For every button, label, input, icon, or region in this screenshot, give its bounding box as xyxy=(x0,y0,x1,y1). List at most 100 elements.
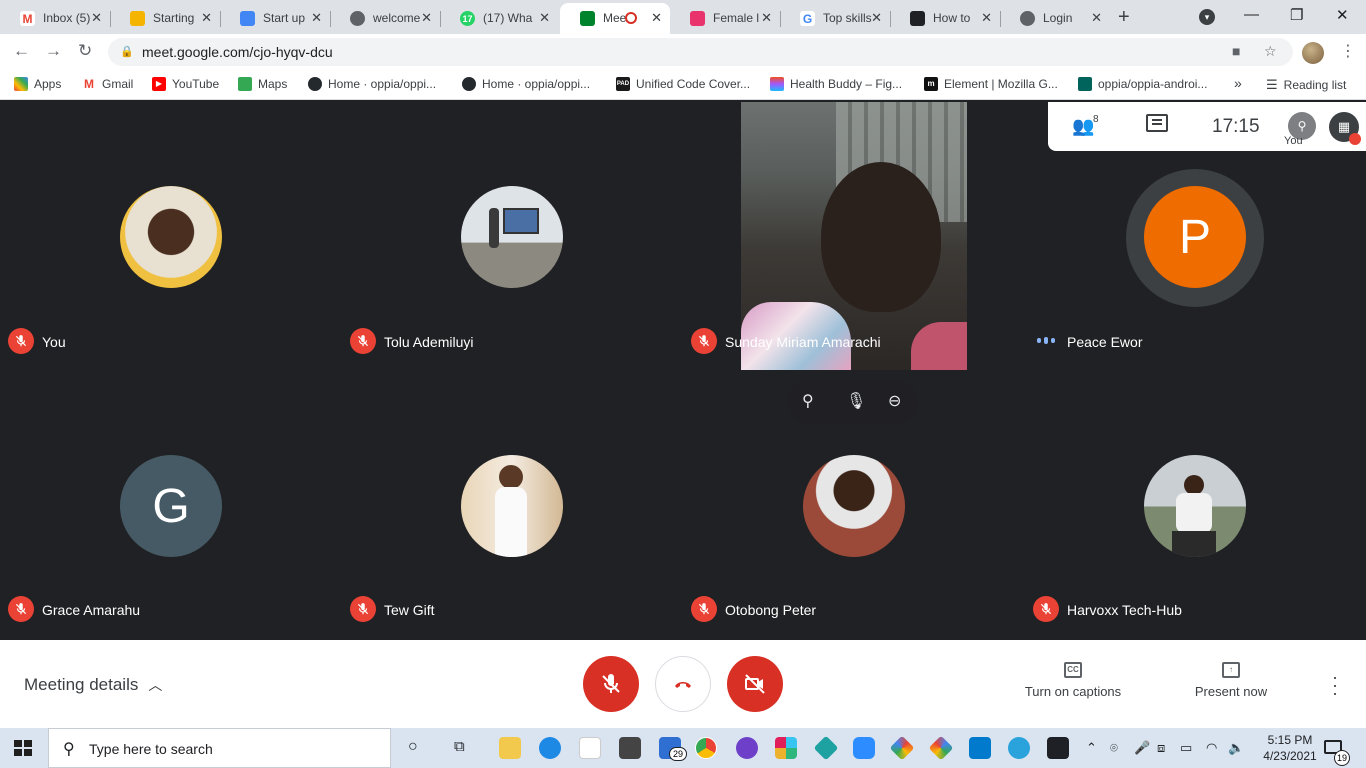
reading-list-button[interactable]: ☰ Reading list xyxy=(1266,77,1346,93)
bookmark-oppia-android[interactable]: oppia/oppia-androi... xyxy=(1078,77,1207,91)
camera-icon[interactable]: ■ xyxy=(1232,43,1240,59)
toggle-camera-button[interactable] xyxy=(727,656,783,712)
share-icon[interactable]: ⧈ xyxy=(1157,740,1165,756)
webcam-icon[interactable]: ⌾ xyxy=(1110,740,1118,756)
volume-icon[interactable]: 🔈 xyxy=(1228,740,1244,756)
tab-whatsapp[interactable]: 17 (17) Wha ✕ xyxy=(440,3,558,34)
github-desktop-icon[interactable] xyxy=(736,737,758,759)
colorful-app-icon[interactable] xyxy=(928,735,954,761)
close-icon[interactable]: ✕ xyxy=(1091,10,1102,26)
tab-welcome[interactable]: welcome ✕ xyxy=(330,3,441,34)
url-text[interactable]: meet.google.com/cjo-hyqv-dcu xyxy=(142,44,333,60)
youtube-icon: ▶ xyxy=(152,77,166,91)
address-bar[interactable]: 🔒 meet.google.com/cjo-hyqv-dcu ■ ☆ xyxy=(108,38,1293,66)
bookmark-figma[interactable]: Health Buddy – Fig... xyxy=(770,77,902,91)
participant-tile[interactable]: Harvoxx Tech-Hub xyxy=(1025,370,1366,638)
minimize-icon[interactable]: — xyxy=(1244,6,1259,23)
tray-overflow-icon[interactable]: ⌃ xyxy=(1086,740,1097,756)
close-icon[interactable]: ✕ xyxy=(651,10,662,26)
tab-label: How to xyxy=(933,11,971,25)
zoom-icon[interactable] xyxy=(853,737,875,759)
participant-name: Harvoxx Tech-Hub xyxy=(1067,602,1182,618)
avatar xyxy=(461,455,563,557)
globe-icon xyxy=(350,11,365,26)
chat-icon[interactable] xyxy=(1146,114,1168,132)
bookmark-github-1[interactable]: Home · oppia/oppi... xyxy=(308,77,436,91)
meeting-details-button[interactable]: Meeting details ︿ xyxy=(24,675,162,695)
participant-tile[interactable]: Sunday Miriam Amarachi xyxy=(683,102,1025,370)
tab-docs[interactable]: Start up ✕ xyxy=(220,3,331,34)
clock-date: 4/23/2021 xyxy=(1263,749,1317,763)
browser-menu-icon[interactable]: ⋮ xyxy=(1340,41,1356,61)
close-icon[interactable]: ✕ xyxy=(421,10,432,26)
bookmark-maps[interactable]: Maps xyxy=(238,77,287,91)
tab-how-to[interactable]: How to ✕ xyxy=(890,3,1001,34)
remove-icon[interactable]: ⊖ xyxy=(888,391,901,411)
bookmark-youtube[interactable]: ▶ YouTube xyxy=(152,77,219,91)
participant-tile[interactable]: G Grace Amarahu xyxy=(0,370,342,638)
leave-call-button[interactable] xyxy=(655,656,711,712)
telegram-icon[interactable] xyxy=(1008,737,1030,759)
task-view-icon[interactable]: ⧉ xyxy=(454,738,465,755)
battery-icon[interactable]: ▭ xyxy=(1180,740,1192,756)
edge-icon[interactable] xyxy=(539,737,561,759)
close-icon[interactable]: ✕ xyxy=(871,10,882,26)
participant-tile[interactable]: Tew Gift xyxy=(342,370,684,638)
store-icon[interactable] xyxy=(619,737,641,759)
bookmark-element[interactable]: m Element | Mozilla G... xyxy=(924,77,1058,91)
meeting-grid: You Tolu Ademiluyi Sunday Miriam Amarach… xyxy=(0,102,1366,640)
present-now-button[interactable]: ↑ Present now xyxy=(1190,662,1272,699)
tab-search-icon[interactable]: ▾ xyxy=(1199,9,1215,25)
colorful-app-icon[interactable] xyxy=(889,735,915,761)
app-icon[interactable] xyxy=(813,735,839,761)
tab-meet[interactable]: Mee ✕ xyxy=(560,3,670,34)
people-icon[interactable]: 👥 xyxy=(1072,116,1094,137)
more-options-icon[interactable]: · · · xyxy=(1332,668,1338,702)
system-clock[interactable]: 5:15 PM 4/23/2021 xyxy=(1258,732,1322,764)
forward-icon[interactable]: → xyxy=(45,41,62,61)
close-icon[interactable]: ✕ xyxy=(981,10,992,26)
new-tab-button[interactable]: + xyxy=(1118,6,1130,29)
file-explorer-icon[interactable] xyxy=(499,737,521,759)
tab-gmail[interactable]: M Inbox (5) ✕ xyxy=(0,3,111,34)
close-icon[interactable]: ✕ xyxy=(201,10,212,26)
lock-icon[interactable]: 🔒 xyxy=(120,45,134,58)
tab-login[interactable]: Login ✕ xyxy=(1000,3,1110,34)
back-icon[interactable]: ← xyxy=(13,41,30,61)
chrome-icon[interactable] xyxy=(695,737,717,759)
participant-name: Otobong Peter xyxy=(725,602,817,618)
bookmark-code-coverage[interactable]: PAD Unified Code Cover... xyxy=(616,77,750,91)
restore-icon[interactable]: ❐ xyxy=(1290,6,1303,24)
window-close-icon[interactable]: ✕ xyxy=(1336,6,1349,24)
tab-top-skills[interactable]: G Top skills ✕ xyxy=(780,3,891,34)
word-icon[interactable] xyxy=(579,737,601,759)
mute-participant-icon[interactable]: 🎙 xyxy=(846,391,866,411)
taskbar-search-input[interactable]: ⚲ Type here to search xyxy=(48,728,391,768)
tab-slides[interactable]: Starting ✕ xyxy=(110,3,221,34)
cortana-icon[interactable]: ○ xyxy=(408,738,418,756)
tab-female[interactable]: Female l ✕ xyxy=(670,3,781,34)
bookmark-star-icon[interactable]: ☆ xyxy=(1264,43,1277,60)
binance-icon[interactable] xyxy=(1047,737,1069,759)
pin-icon[interactable]: ⚲ xyxy=(802,391,814,411)
toggle-microphone-button[interactable] xyxy=(583,656,639,712)
bookmark-github-2[interactable]: Home · oppia/oppi... xyxy=(462,77,590,91)
close-icon[interactable]: ✕ xyxy=(91,10,102,26)
close-icon[interactable]: ✕ xyxy=(539,10,550,26)
avatar xyxy=(120,186,222,288)
profile-avatar[interactable] xyxy=(1302,42,1324,64)
microphone-icon[interactable]: 🎤 xyxy=(1134,740,1150,756)
vscode-icon[interactable] xyxy=(969,737,991,759)
bookmarks-overflow-button[interactable]: » xyxy=(1234,75,1242,91)
captions-button[interactable]: CC Turn on captions xyxy=(1020,662,1126,699)
slack-icon[interactable] xyxy=(775,737,797,759)
close-icon[interactable]: ✕ xyxy=(761,10,772,26)
reload-icon[interactable]: ↻ xyxy=(78,41,92,61)
bookmark-gmail[interactable]: M Gmail xyxy=(82,77,133,91)
close-icon[interactable]: ✕ xyxy=(311,10,322,26)
wifi-icon[interactable]: ◠ xyxy=(1206,740,1217,756)
participant-tile[interactable]: You xyxy=(0,102,342,370)
participant-tile[interactable]: Tolu Ademiluyi xyxy=(342,102,684,370)
windows-start-icon[interactable] xyxy=(14,740,32,756)
bookmark-apps[interactable]: Apps xyxy=(14,77,61,91)
